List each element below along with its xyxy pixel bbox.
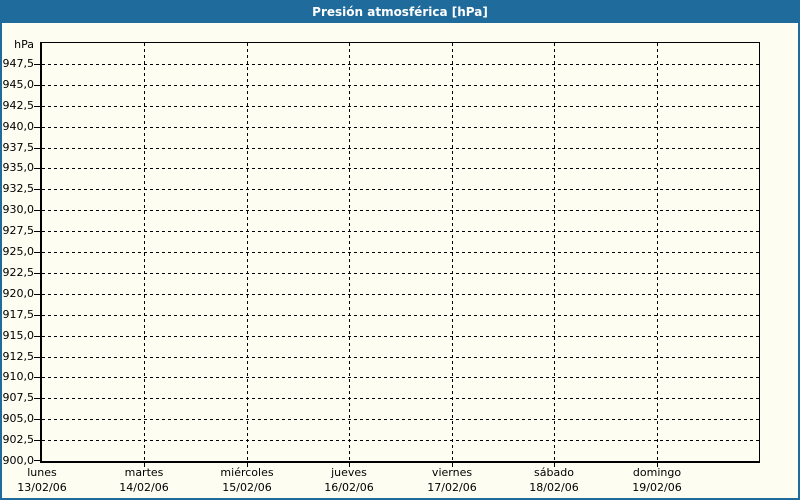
y-tick [34,127,40,128]
y-gridline [42,357,759,358]
y-tick-label: 905,0 [2,412,35,425]
y-tick [34,252,40,253]
y-tick-label: 947,5 [2,57,35,70]
y-axis-unit-label: hPa [14,38,34,51]
x-date-label: 17/02/06 [427,481,477,494]
x-gridline [554,43,555,461]
y-tick [34,168,40,169]
y-gridline [42,315,759,316]
x-gridline [144,43,145,461]
y-gridline [42,440,759,441]
x-gridline [247,43,248,461]
y-tick [34,357,40,358]
y-tick [34,210,40,211]
y-gridline [42,189,759,190]
y-gridline [42,294,759,295]
y-gridline [42,210,759,211]
y-tick-label: 945,0 [2,78,35,91]
y-tick [34,64,40,65]
y-tick-label: 910,0 [2,370,35,383]
y-tick-label: 940,0 [2,120,35,133]
y-tick-label: 935,0 [2,161,35,174]
y-gridline [42,85,759,86]
y-gridline [42,231,759,232]
y-tick [34,273,40,274]
y-tick-label: 932,5 [2,182,35,195]
x-day-label: martes [124,466,164,479]
y-gridline [42,168,759,169]
y-tick [34,398,40,399]
y-gridline [42,252,759,253]
y-gridline [42,336,759,337]
y-tick-label: 907,5 [2,391,35,404]
y-tick-label: 922,5 [2,266,35,279]
x-day-label: miércoles [220,466,274,479]
y-gridline [42,398,759,399]
y-tick [34,189,40,190]
y-tick [34,231,40,232]
y-gridline [42,127,759,128]
plot-area [34,42,760,467]
y-tick [34,460,40,461]
y-tick [34,336,40,337]
y-tick-label: 915,0 [2,329,35,342]
y-gridline [42,106,759,107]
y-tick [34,106,40,107]
y-tick [34,294,40,295]
x-date-label: 13/02/06 [17,481,67,494]
x-date-label: 16/02/06 [324,481,374,494]
y-tick-label: 942,5 [2,99,35,112]
y-gridline [42,64,759,65]
chart-title-bar: Presión atmosférica [hPa] [2,2,798,23]
x-gridline [452,43,453,461]
y-tick [34,148,40,149]
chart-window: Presión atmosférica [hPa] 947,5 945,0 942,… [0,0,800,500]
y-tick-label: 912,5 [2,350,35,363]
y-gridline [42,377,759,378]
chart-title: Presión atmosférica [hPa] [312,5,488,19]
x-date-label: 14/02/06 [119,481,169,494]
y-tick [34,85,40,86]
x-day-label: sábado [534,466,574,479]
y-tick [34,377,40,378]
y-tick-label: 902,5 [2,433,35,446]
y-tick-label: 930,0 [2,203,35,216]
y-tick-label: 925,0 [2,245,35,258]
y-tick [34,315,40,316]
y-tick-label: 920,0 [2,287,35,300]
y-gridline [42,148,759,149]
x-gridline [349,43,350,461]
x-date-label: 19/02/06 [632,481,682,494]
y-gridline [42,273,759,274]
y-tick [34,440,40,441]
x-gridline [657,43,658,461]
x-date-label: 18/02/06 [529,481,579,494]
y-tick-label: 937,5 [2,141,35,154]
y-gridline [42,419,759,420]
x-day-label: jueves [331,466,367,479]
y-tick [34,419,40,420]
y-tick-label: 917,5 [2,308,35,321]
y-tick-label: 927,5 [2,224,35,237]
x-date-label: 15/02/06 [222,481,272,494]
x-day-label: lunes [27,466,57,479]
x-day-label: domingo [632,466,682,479]
x-day-label: viernes [431,466,473,479]
